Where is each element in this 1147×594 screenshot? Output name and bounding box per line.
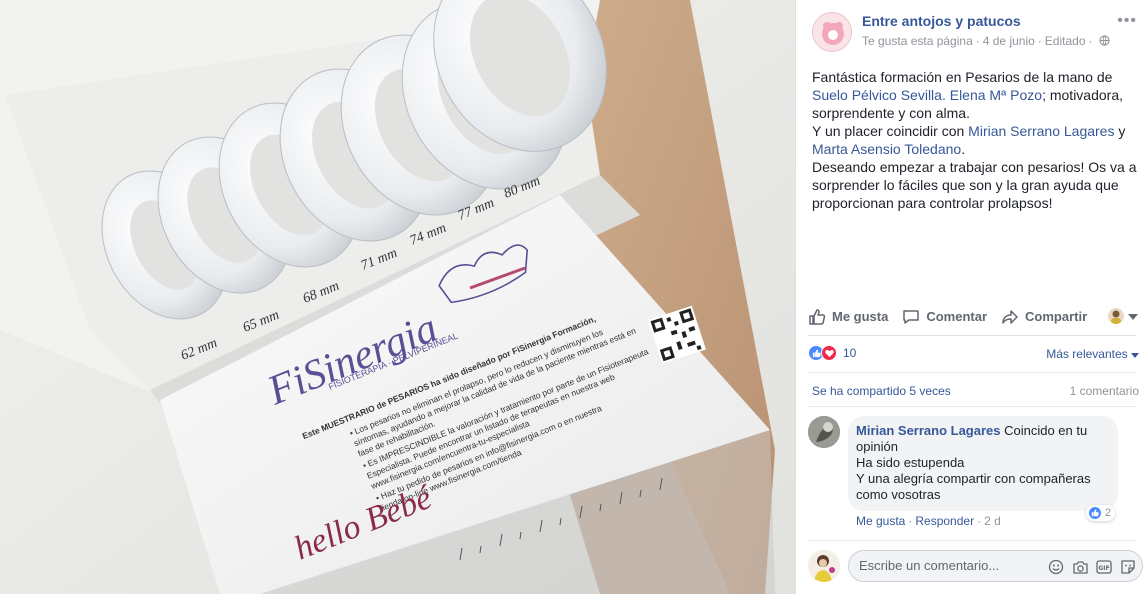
caret-down-icon <box>1131 347 1139 361</box>
meta-like-page[interactable]: Te gusta esta página <box>862 34 973 48</box>
post-actions-bar: Me gusta Comentar Compartir <box>808 298 1138 334</box>
comment-input[interactable] <box>859 558 1044 573</box>
chevron-down-icon <box>1128 307 1138 325</box>
like-reaction-icon <box>1088 506 1102 520</box>
comment-reactions[interactable]: 2 <box>1086 505 1116 521</box>
comment-bubble: Mirian Serrano Lagares Coincido en tu op… <box>848 416 1118 511</box>
page-avatar[interactable] <box>812 12 852 52</box>
sort-label: Más relevantes <box>1046 347 1128 361</box>
comment-time[interactable]: 2 d <box>984 514 1001 528</box>
meta-separator: · <box>975 34 980 48</box>
baby-logo-icon <box>822 22 844 45</box>
comments-count-link[interactable]: 1 comentario <box>1070 384 1139 398</box>
comment-icon <box>903 309 920 324</box>
page-name-link[interactable]: Entre antojos y patucos <box>862 13 1021 29</box>
reactions-count: 10 <box>843 346 857 360</box>
pessary-sample-box-image: 62 mm 65 mm 68 mm 71 mm 74 mm 77 mm 80 m… <box>0 0 795 594</box>
tag-mirian-serrano[interactable]: Mirian Serrano Lagares <box>968 123 1114 139</box>
svg-text:GIF: GIF <box>1098 565 1109 572</box>
comment-text: Y una alegría compartir con compañeras c… <box>856 471 1091 502</box>
post-text-segment: Y un placer coincidir con <box>812 123 969 139</box>
share-icon <box>1002 309 1018 324</box>
meta-separator: · <box>1088 34 1093 48</box>
comment-composer: GIF <box>848 550 1143 582</box>
comment-actions: Me gusta · Responder · 2 d <box>856 514 1001 528</box>
comment-text: Ha sido estupenda <box>856 455 965 470</box>
sort-comments-dropdown[interactable]: Más relevantes <box>1046 347 1139 361</box>
shares-count-link[interactable]: Se ha compartido 5 veces <box>812 384 951 398</box>
comment-author-link[interactable]: Mirian Serrano Lagares <box>856 423 1001 438</box>
divider <box>808 540 1136 541</box>
post-options-icon[interactable]: ••• <box>1117 12 1137 30</box>
thumbs-up-icon <box>809 308 826 325</box>
post-text-segment: Deseando empezar a trabajar con pesarios… <box>812 159 1137 211</box>
post-photo[interactable]: 62 mm 65 mm 68 mm 71 mm 74 mm 77 mm 80 m… <box>0 0 795 594</box>
post-date[interactable]: 4 de junio <box>983 34 1035 48</box>
edited-label[interactable]: Editado <box>1045 34 1086 48</box>
post-body: Fantástica formación en Pesarios de la m… <box>812 68 1138 212</box>
camera-icon[interactable] <box>1070 557 1090 577</box>
post-meta: Te gusta esta página · 4 de junio · Editado · <box>862 34 1110 48</box>
sticker-icon[interactable] <box>1118 557 1138 577</box>
post-side-panel: Entre antojos y patucos Te gusta esta pá… <box>795 0 1147 594</box>
react-as-selector[interactable] <box>1108 307 1138 325</box>
comment-reply-button[interactable]: Responder <box>915 514 974 528</box>
comment-label: Comentar <box>926 309 988 324</box>
separator: · <box>977 514 982 528</box>
post-text-segment: Fantástica formación en Pesarios de la m… <box>812 69 1113 85</box>
share-label: Compartir <box>1025 309 1088 324</box>
gif-icon[interactable]: GIF <box>1094 557 1114 577</box>
tag-suelo-pelvico-sevilla[interactable]: Suelo Pélvico Sevilla. Elena Mª Pozo <box>812 87 1042 103</box>
divider <box>808 372 1136 373</box>
commenter-avatar[interactable] <box>808 416 840 448</box>
comment-button[interactable]: Comentar <box>902 308 987 326</box>
comment-like-button[interactable]: Me gusta <box>856 514 905 528</box>
share-button[interactable]: Compartir <box>1001 308 1087 326</box>
current-user-avatar[interactable] <box>808 550 840 582</box>
separator: · <box>908 514 913 528</box>
comment-likes-count: 2 <box>1105 507 1112 519</box>
post-text-segment: y <box>1114 123 1126 139</box>
like-label: Me gusta <box>832 309 889 324</box>
love-reaction-icon <box>821 345 837 361</box>
like-button[interactable]: Me gusta <box>808 308 888 326</box>
divider <box>808 335 1136 336</box>
globe-icon <box>1096 34 1110 48</box>
composer-icons: GIF <box>1042 557 1138 577</box>
emoji-icon[interactable] <box>1046 557 1066 577</box>
meta-separator: · <box>1037 34 1042 48</box>
tag-marta-asensio[interactable]: Marta Asensio Toledano <box>812 141 961 157</box>
user-avatar-icon <box>1108 308 1124 324</box>
reactions-summary[interactable]: 10 <box>808 345 856 361</box>
post-text-segment: . <box>961 141 966 157</box>
divider <box>808 406 1136 407</box>
